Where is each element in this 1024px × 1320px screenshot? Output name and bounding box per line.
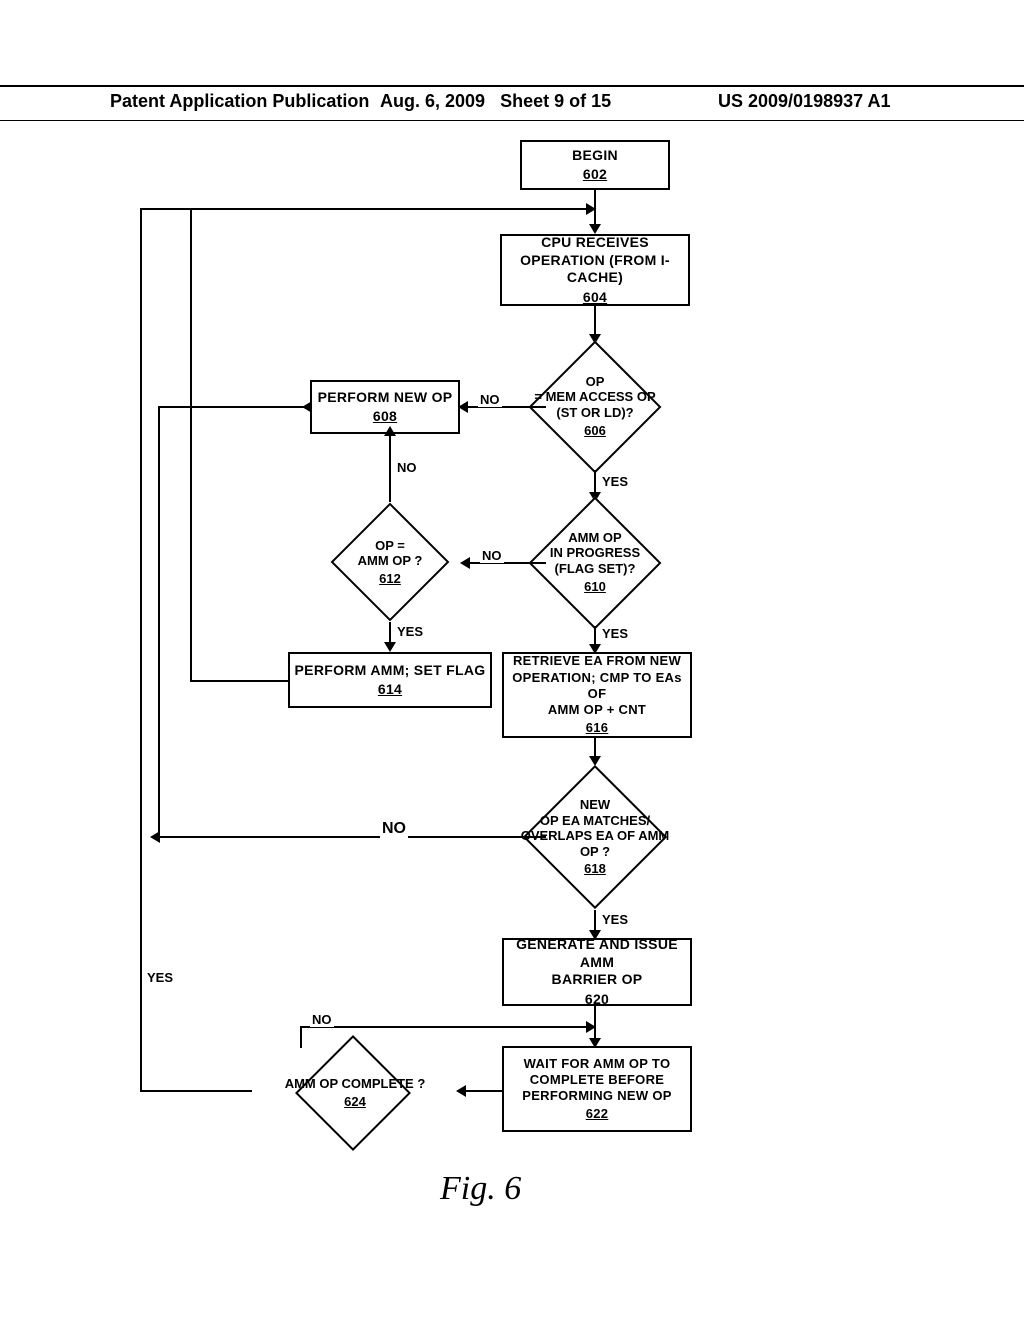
header-pubno: US 2009/0198937 A1 — [718, 91, 890, 112]
node-isamm-ref: 612 — [379, 571, 401, 587]
node-match-l1: NEW — [580, 797, 610, 813]
node-begin-text: BEGIN — [572, 147, 618, 165]
header-rule — [0, 120, 1024, 121]
node-retrv-ref: 616 — [586, 720, 609, 736]
node-retrv-l1: RETRIEVE EA FROM NEW — [513, 653, 681, 669]
flowchart-canvas: BEGIN 602 CPU RECEIVES OPERATION (FROM I… — [0, 130, 1024, 1280]
label-no: NO — [478, 392, 502, 407]
node-wait-l1: WAIT FOR AMM OP TO — [524, 1056, 671, 1072]
node-gen: GENERATE AND ISSUE AMM BARRIER OP 620 — [502, 938, 692, 1006]
page-header: Patent Application Publication Aug. 6, 2… — [0, 85, 1024, 91]
edge — [140, 208, 142, 1092]
node-retrv-l2: OPERATION; CMP TO EAs OF — [504, 670, 690, 703]
node-gen-l2: BARRIER OP — [552, 971, 643, 989]
label-no: NO — [310, 1012, 334, 1027]
arrowhead — [302, 401, 312, 413]
node-doamm-text: PERFORM AMM; SET FLAG — [295, 662, 486, 680]
node-ismem-l3: (ST OR LD)? — [556, 405, 633, 421]
edge — [190, 406, 310, 408]
node-gen-ref: 620 — [585, 991, 609, 1009]
edge — [190, 208, 192, 408]
node-doamm-ref: 614 — [378, 681, 402, 699]
node-newop-ref: 608 — [373, 408, 397, 426]
node-wait-l3: PERFORMING NEW OP — [522, 1088, 672, 1104]
node-match-l4: OP ? — [580, 844, 610, 860]
edge — [190, 680, 288, 682]
node-doamm: PERFORM AMM; SET FLAG 614 — [288, 652, 492, 708]
edge — [190, 208, 350, 210]
edge — [140, 1090, 252, 1092]
node-inprog-l3: (FLAG SET)? — [555, 561, 636, 577]
node-begin-ref: 602 — [583, 166, 607, 184]
header-date-text: Aug. 6, 2009 — [380, 91, 485, 111]
node-recv: CPU RECEIVES OPERATION (FROM I-CACHE) 60… — [500, 234, 690, 306]
figure-caption: Fig. 6 — [440, 1170, 521, 1208]
node-inprog-l2: IN PROGRESS — [550, 545, 640, 561]
arrowhead — [150, 831, 160, 843]
node-comp-text: AMM OP COMPLETE ? — [285, 1076, 426, 1092]
node-match-l2: OP EA MATCHES/ — [540, 813, 650, 829]
node-inprog-ref: 610 — [584, 579, 606, 595]
node-wait-ref: 622 — [586, 1106, 609, 1122]
node-isamm-l1: OP = — [375, 538, 405, 554]
label-no: NO — [480, 548, 504, 563]
label-yes: YES — [145, 970, 175, 985]
edge — [594, 306, 596, 336]
node-ismem-l1: OP — [586, 374, 605, 390]
label-yes: YES — [600, 912, 630, 927]
edge — [350, 208, 596, 210]
node-inprog-l1: AMM OP — [568, 530, 621, 546]
arrowhead — [589, 224, 601, 234]
node-gen-l1: GENERATE AND ISSUE AMM — [504, 936, 690, 971]
label-no: NO — [380, 820, 408, 838]
node-recv-ref: 604 — [583, 289, 607, 307]
node-ismem-l2: = MEM ACCESS OP — [534, 389, 655, 405]
header-date: Aug. 6, 2009 Sheet 9 of 15 — [380, 91, 611, 112]
edge — [158, 406, 190, 408]
label-yes: YES — [600, 626, 630, 641]
node-ismem-ref: 606 — [584, 423, 606, 439]
edge — [300, 1026, 596, 1028]
edge — [594, 1006, 596, 1042]
edge — [300, 1026, 302, 1048]
label-no: NO — [395, 460, 419, 475]
node-wait: WAIT FOR AMM OP TO COMPLETE BEFORE PERFO… — [502, 1046, 692, 1132]
edge — [389, 434, 391, 502]
edge — [158, 836, 546, 838]
node-retrv-l3: AMM OP + CNT — [548, 702, 646, 718]
node-retrv: RETRIEVE EA FROM NEW OPERATION; CMP TO E… — [502, 652, 692, 738]
arrowhead — [586, 203, 596, 215]
node-match-ref: 618 — [584, 861, 606, 877]
node-newop-text: PERFORM NEW OP — [318, 389, 453, 407]
node-isamm: OP = AMM OP ? 612 — [310, 502, 470, 622]
edge — [158, 406, 160, 838]
header-sheet: Sheet 9 of 15 — [500, 91, 611, 111]
arrowhead — [384, 426, 396, 436]
node-comp-ref: 624 — [344, 1094, 366, 1110]
node-isamm-l2: AMM OP ? — [358, 553, 423, 569]
header-left: Patent Application Publication — [110, 91, 369, 112]
edge — [464, 1090, 502, 1092]
node-begin: BEGIN 602 — [520, 140, 670, 190]
node-comp: AMM OP COMPLETE ? 624 — [250, 1038, 460, 1148]
label-yes: YES — [395, 624, 425, 639]
node-recv-text: CPU RECEIVES OPERATION (FROM I-CACHE) — [502, 234, 688, 287]
edge — [140, 208, 190, 210]
edge — [190, 406, 192, 682]
arrowhead — [384, 642, 396, 652]
label-yes: YES — [600, 474, 630, 489]
node-wait-l2: COMPLETE BEFORE — [530, 1072, 665, 1088]
